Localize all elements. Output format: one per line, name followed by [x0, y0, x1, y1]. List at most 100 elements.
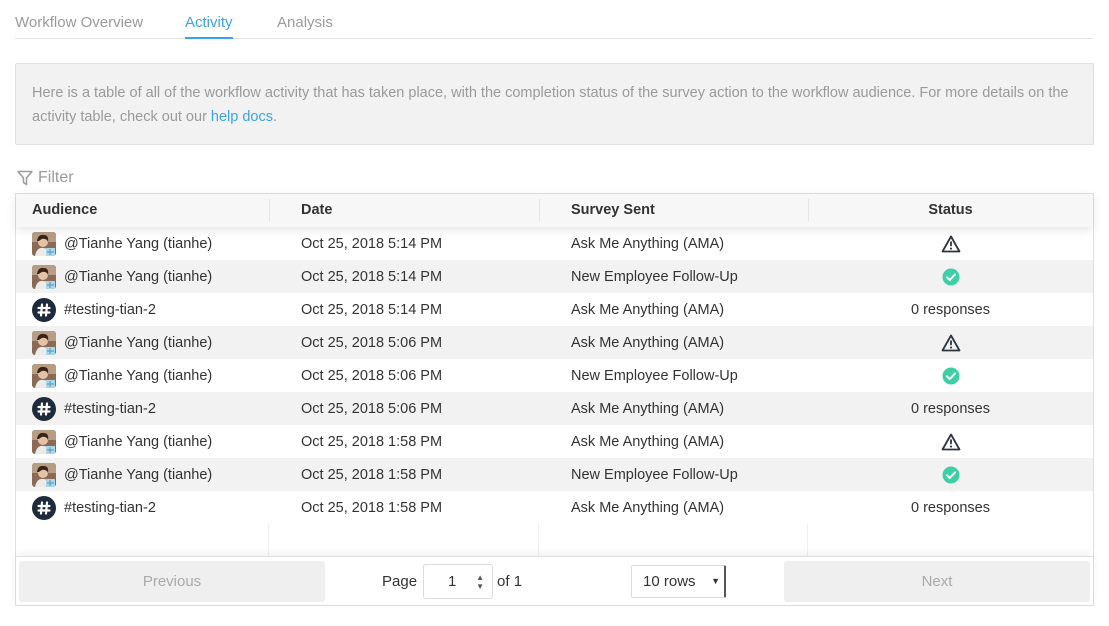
cell-status	[808, 359, 1093, 392]
audience-name: #testing-tian-2	[64, 301, 156, 318]
page-stepper-icon[interactable]: ▲ ▼	[476, 573, 484, 591]
table-row[interactable]: @Tianhe Yang (tianhe) Oct 25, 2018 5:14 P…	[16, 227, 1093, 260]
table-empty-row	[16, 524, 1093, 556]
hash-icon	[32, 297, 56, 322]
check-circle-icon	[942, 367, 960, 385]
tab-activity[interactable]: Activity	[185, 14, 233, 39]
rows-per-page-select[interactable]: 10 rows ▼	[631, 565, 726, 598]
cell-date: Oct 25, 2018 5:06 PM	[301, 367, 443, 384]
cell-date: Oct 25, 2018 5:14 PM	[301, 235, 443, 252]
cell-audience: #testing-tian-2	[16, 293, 269, 326]
table-row[interactable]: @Tianhe Yang (tianhe) Oct 25, 2018 5:06 P…	[16, 359, 1093, 392]
audience-name: @Tianhe Yang (tianhe)	[64, 367, 213, 384]
cell-audience: @Tianhe Yang (tianhe)	[16, 260, 269, 293]
filter-funnel-icon	[17, 170, 33, 186]
cell-status	[808, 227, 1093, 260]
table-body: @Tianhe Yang (tianhe) Oct 25, 2018 5:14 P…	[16, 227, 1093, 524]
cell-date: Oct 25, 2018 5:14 PM	[301, 268, 443, 285]
table-row[interactable]: #testing-tian-2 Oct 25, 2018 5:14 PM Ask M…	[16, 293, 1093, 326]
cell-survey: New Employee Follow-Up	[571, 268, 738, 285]
cell-survey: Ask Me Anything (AMA)	[571, 334, 725, 351]
rows-per-page-value: 10 rows	[643, 573, 696, 590]
warning-triangle-icon	[941, 433, 961, 451]
cell-status	[808, 326, 1093, 359]
tab-analysis[interactable]: Analysis	[277, 14, 333, 39]
previous-button[interactable]: Previous	[19, 561, 325, 602]
page-total: of 1	[497, 572, 523, 590]
cell-audience: @Tianhe Yang (tianhe)	[16, 326, 269, 359]
audience-name: @Tianhe Yang (tianhe)	[64, 235, 213, 252]
activity-table: Audience Date Survey Sent Status @Tianhe…	[15, 193, 1094, 606]
cell-audience: #testing-tian-2	[16, 491, 269, 524]
avatar	[32, 429, 56, 454]
cell-survey: Ask Me Anything (AMA)	[571, 301, 725, 318]
tab-workflow-overview[interactable]: Workflow Overview	[15, 14, 143, 39]
audience-name: #testing-tian-2	[64, 499, 156, 516]
avatar	[32, 330, 56, 355]
hash-icon	[32, 396, 56, 421]
cell-survey: Ask Me Anything (AMA)	[571, 499, 725, 516]
cell-audience: #testing-tian-2	[16, 392, 269, 425]
cell-status: 0 responses	[808, 392, 1093, 425]
cell-date: Oct 25, 2018 5:06 PM	[301, 400, 443, 417]
filter-label: Filter	[38, 169, 74, 186]
avatar	[32, 264, 56, 289]
page-label: Page	[382, 572, 418, 590]
cell-survey: Ask Me Anything (AMA)	[571, 400, 725, 417]
cell-survey: Ask Me Anything (AMA)	[571, 433, 725, 450]
column-header-survey-sent[interactable]: Survey Sent	[539, 194, 808, 227]
cell-survey: Ask Me Anything (AMA)	[571, 235, 725, 252]
table-header: Audience Date Survey Sent Status	[16, 194, 1093, 227]
help-docs-link[interactable]: help docs	[211, 109, 273, 125]
audience-name: @Tianhe Yang (tianhe)	[64, 433, 213, 450]
info-banner: Here is a table of all of the workflow a…	[15, 63, 1094, 145]
table-row[interactable]: @Tianhe Yang (tianhe) Oct 25, 2018 1:58 P…	[16, 458, 1093, 491]
page-number-value: 1	[448, 572, 457, 590]
table-row[interactable]: @Tianhe Yang (tianhe) Oct 25, 2018 5:14 P…	[16, 260, 1093, 293]
hash-icon	[32, 495, 56, 520]
pagination-bar: Previous Page 1 ▲ ▼ of 1 10 rows ▼ Next	[16, 556, 1093, 605]
cell-audience: @Tianhe Yang (tianhe)	[16, 458, 269, 491]
cell-audience: @Tianhe Yang (tianhe)	[16, 359, 269, 392]
audience-name: @Tianhe Yang (tianhe)	[64, 466, 213, 483]
check-circle-icon	[942, 466, 960, 484]
column-header-audience[interactable]: Audience	[16, 194, 269, 227]
tab-bar: Workflow Overview Activity Analysis	[15, 0, 1093, 39]
check-circle-icon	[942, 268, 960, 286]
cell-date: Oct 25, 2018 1:58 PM	[301, 499, 443, 516]
avatar	[32, 231, 56, 256]
page-number-input[interactable]: 1 ▲ ▼	[423, 563, 494, 599]
status-text: 0 responses	[911, 301, 990, 318]
status-text: 0 responses	[911, 400, 990, 417]
table-row[interactable]: @Tianhe Yang (tianhe) Oct 25, 2018 5:06 P…	[16, 326, 1093, 359]
warning-triangle-icon	[941, 235, 961, 253]
table-row[interactable]: #testing-tian-2 Oct 25, 2018 1:58 PM Ask M…	[16, 491, 1093, 524]
table-row[interactable]: #testing-tian-2 Oct 25, 2018 5:06 PM Ask M…	[16, 392, 1093, 425]
next-button[interactable]: Next	[784, 561, 1090, 602]
cell-status	[808, 458, 1093, 491]
page-jump: Page 1 ▲ ▼ of 1	[382, 563, 522, 599]
cell-status: 0 responses	[808, 293, 1093, 326]
filter-toggle[interactable]: Filter	[16, 167, 74, 189]
cell-date: Oct 25, 2018 5:06 PM	[301, 334, 443, 351]
cell-audience: @Tianhe Yang (tianhe)	[16, 425, 269, 458]
audience-name: #testing-tian-2	[64, 400, 156, 417]
audience-name: @Tianhe Yang (tianhe)	[64, 334, 213, 351]
status-text: 0 responses	[911, 499, 990, 516]
cell-status: 0 responses	[808, 491, 1093, 524]
warning-triangle-icon	[941, 334, 961, 352]
column-header-status[interactable]: Status	[808, 194, 1093, 227]
cell-status	[808, 260, 1093, 293]
cell-date: Oct 25, 2018 1:58 PM	[301, 466, 443, 483]
avatar	[32, 363, 56, 388]
cell-survey: New Employee Follow-Up	[571, 466, 738, 483]
column-header-date[interactable]: Date	[269, 194, 539, 227]
cell-date: Oct 25, 2018 5:14 PM	[301, 301, 443, 318]
chevron-down-icon: ▼	[711, 576, 720, 586]
cell-status	[808, 425, 1093, 458]
table-row[interactable]: @Tianhe Yang (tianhe) Oct 25, 2018 1:58 P…	[16, 425, 1093, 458]
cell-survey: New Employee Follow-Up	[571, 367, 738, 384]
avatar	[32, 462, 56, 487]
info-text: Here is a table of all of the workflow a…	[32, 85, 1069, 125]
info-suffix: .	[273, 109, 278, 125]
